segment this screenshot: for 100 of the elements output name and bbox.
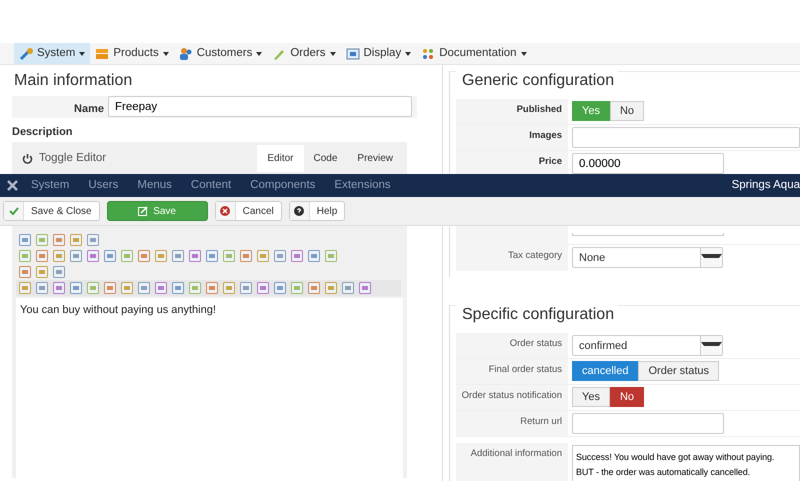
editor-tool-icon[interactable] [52, 281, 66, 295]
editor-tool-icon[interactable] [18, 233, 32, 247]
cancel-icon [220, 206, 230, 216]
editor-tool-icon[interactable] [222, 249, 236, 263]
save-close-button[interactable]: Save & Close [3, 201, 100, 221]
cancel-button[interactable]: Cancel [214, 201, 282, 221]
field-label: Published [456, 99, 568, 124]
name-field[interactable]: Freepay [108, 96, 412, 117]
editor-tool-icon[interactable] [154, 281, 168, 295]
caret-icon [330, 52, 336, 56]
admin-menu-item[interactable]: Extensions [322, 176, 398, 194]
site-name[interactable]: Springs Aqua [732, 176, 800, 194]
editor-tool-icon[interactable] [239, 249, 253, 263]
field-label: Tax category [456, 245, 568, 271]
field-label: Return url [456, 411, 568, 436]
editor-tool-icon[interactable] [239, 281, 253, 295]
window-icon [346, 46, 360, 60]
editor-tool-icon[interactable] [86, 249, 100, 263]
caret-icon [79, 52, 86, 56]
editor-text-area[interactable]: You can buy without paying us anything! [16, 298, 403, 478]
people-icon [178, 46, 193, 60]
field-label: Images [456, 125, 568, 150]
editor-tool-icon[interactable] [205, 249, 219, 263]
editor-tool-icon[interactable] [324, 281, 338, 295]
editor-tool-icon[interactable] [120, 249, 134, 263]
cross-logo-icon [6, 179, 19, 192]
toggle-option-button[interactable]: Order status [638, 361, 720, 381]
admin-menu-item[interactable]: Content [178, 176, 238, 194]
menu-item[interactable]: Orders [267, 43, 340, 64]
editor-tool-icon[interactable] [256, 249, 270, 263]
editor-tool-icon[interactable] [69, 281, 83, 295]
power-icon [22, 153, 33, 164]
field-label: Additional information [456, 443, 568, 481]
editor-tool-icon[interactable] [52, 233, 66, 247]
toggle-option-button[interactable]: No [610, 387, 644, 407]
editor-tool-icon[interactable] [290, 281, 304, 295]
editor-tool-icon[interactable] [52, 265, 66, 279]
text-field[interactable]: 0.00000 [572, 153, 724, 174]
editor-tool-icon[interactable] [18, 265, 32, 279]
editor-tool-icon[interactable] [52, 249, 66, 263]
menu-item[interactable]: Documentation [416, 43, 532, 64]
editor-tab[interactable]: Preview [347, 145, 403, 172]
admin-menu-item[interactable]: Users [76, 176, 126, 194]
editor-tool-icon[interactable] [154, 249, 168, 263]
editor-tool-icon[interactable] [307, 249, 321, 263]
menu-item[interactable]: System [14, 43, 90, 64]
menu-item[interactable]: Customers [174, 43, 268, 64]
text-area-field[interactable]: Success! You would have got away without paying. BUT - the order was automatically cancelled. [572, 445, 800, 481]
editor-tab[interactable]: Code [304, 145, 348, 172]
menu-item[interactable]: Products [90, 43, 174, 64]
editor-tool-icon[interactable] [358, 281, 372, 295]
editor-tool-icon[interactable] [18, 249, 32, 263]
dots-icon [421, 46, 436, 60]
section-title: Main information [14, 71, 134, 91]
text-field[interactable] [572, 413, 724, 434]
editor-tool-icon[interactable] [35, 249, 49, 263]
editor-tool-icon[interactable] [103, 281, 117, 295]
editor-tool-icon[interactable] [188, 249, 202, 263]
editor-tool-icon[interactable] [273, 249, 287, 263]
toggle-editor-button[interactable]: Toggle Editor [16, 148, 112, 168]
editor-tool-icon[interactable] [205, 281, 219, 295]
edit-icon [138, 206, 148, 216]
toggle-option-button[interactable]: No [610, 101, 644, 121]
help-button[interactable]: Help [288, 201, 346, 221]
field-label: Order status [456, 333, 568, 358]
editor-tool-icon[interactable] [86, 233, 100, 247]
editor-tool-icon[interactable] [120, 281, 134, 295]
editor-tab[interactable]: Editor [257, 145, 304, 172]
editor-tool-icon[interactable] [103, 249, 117, 263]
editor-tool-icon[interactable] [222, 281, 236, 295]
images-field[interactable] [572, 127, 800, 148]
editor-tool-icon[interactable] [86, 281, 100, 295]
editor-tool-icon[interactable] [69, 233, 83, 247]
select-field[interactable]: confirmed [572, 335, 723, 356]
editor-tool-icon[interactable] [35, 233, 49, 247]
admin-menu-item[interactable]: System [19, 176, 76, 194]
editor-tool-icon[interactable] [171, 281, 185, 295]
editor-tool-icon[interactable] [273, 281, 287, 295]
editor-tool-icon[interactable] [137, 249, 151, 263]
editor-tool-icon[interactable] [35, 265, 49, 279]
admin-menu-item[interactable]: Menus [125, 176, 179, 194]
toggle-option-button[interactable]: cancelled [572, 361, 638, 381]
editor-tool-icon[interactable] [290, 249, 304, 263]
editor-tool-icon[interactable] [324, 249, 338, 263]
editor-tool-icon[interactable] [137, 281, 151, 295]
editor-tool-icon[interactable] [307, 281, 321, 295]
field-label: Description [12, 124, 74, 140]
admin-menu-item[interactable]: Components [238, 176, 322, 194]
field-label: Price [456, 151, 568, 176]
editor-tool-icon[interactable] [69, 249, 83, 263]
select-field[interactable]: None [572, 247, 723, 268]
editor-tool-icon[interactable] [171, 249, 185, 263]
editor-tool-icon[interactable] [18, 281, 32, 295]
editor-tool-icon[interactable] [188, 281, 202, 295]
editor-tool-icon[interactable] [256, 281, 270, 295]
caret-icon [405, 52, 412, 56]
menu-item[interactable]: Display [340, 43, 416, 64]
editor-tool-icon[interactable] [35, 281, 49, 295]
toggle-option-button[interactable]: Yes [572, 387, 610, 407]
editor-tool-icon[interactable] [341, 281, 355, 295]
